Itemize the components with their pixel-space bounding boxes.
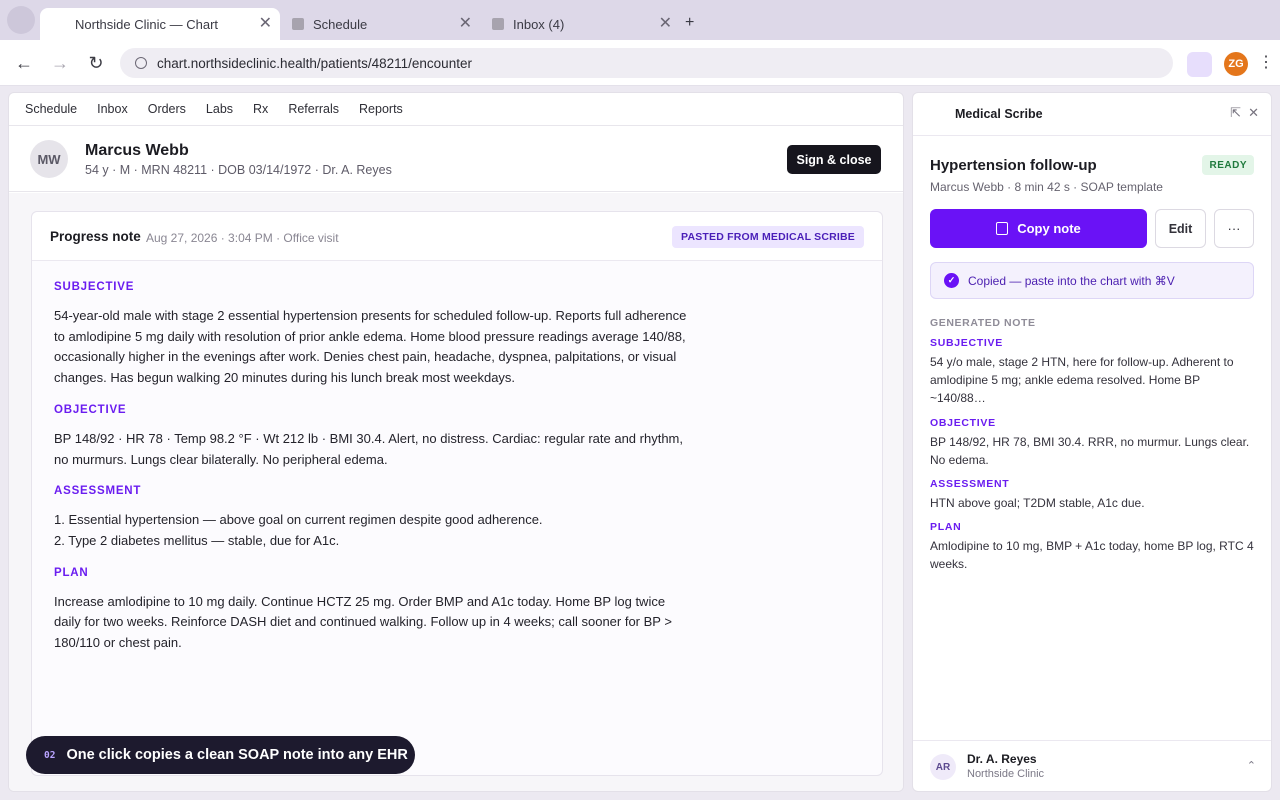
pasted-badge: PASTED FROM MEDICAL SCRIBE	[672, 226, 864, 248]
back-arrow-icon[interactable]: ←	[12, 51, 36, 75]
ehr-panel: Schedule Inbox Orders Labs Rx Referrals …	[8, 92, 904, 792]
profile-avatar[interactable]: ZG	[1224, 52, 1248, 76]
nav-item-labs[interactable]: Labs	[206, 102, 233, 116]
generated-text-subjective: 54 y/o male, stage 2 HTN, here for follo…	[930, 355, 1234, 406]
assessment-line: 1. Essential hypertension — above goal o…	[54, 512, 543, 528]
window-control[interactable]	[7, 6, 35, 34]
note-area: Progress note Aug 27, 2026 · 3:04 PM · O…	[9, 193, 903, 791]
step-number: 02	[44, 749, 56, 761]
nav-item-rx[interactable]: Rx	[253, 102, 268, 116]
nav-item-orders[interactable]: Orders	[148, 102, 186, 116]
collapse-icon[interactable]: ⇱	[1230, 106, 1241, 120]
account-switcher[interactable]: AR Dr. A. Reyes Northside Clinic ⌃	[913, 740, 1271, 791]
section-heading-subjective: SUBJECTIVE	[54, 281, 135, 293]
generated-note: SUBJECTIVE 54 y/o male, stage 2 HTN, her…	[930, 337, 1256, 583]
doctor-name: Dr. A. Reyes	[967, 752, 1037, 766]
close-tab-icon[interactable]: ✕	[659, 16, 672, 32]
close-icon[interactable]: ✕	[1248, 106, 1259, 120]
patient-meta: 54 y · M · MRN 48211 · DOB 03/14/1972 · …	[85, 163, 392, 177]
patient-avatar: MW	[30, 140, 68, 178]
browser-tab-strip: Northside Clinic — Chart ✕ Schedule ✕ In…	[0, 0, 1280, 40]
patient-name: Marcus Webb	[85, 142, 189, 159]
generated-text-plan: Amlodipine to 10 mg, BMP + A1c today, ho…	[930, 539, 1254, 572]
section-text-subjective: 54-year-old male with stage 2 essential …	[54, 308, 687, 386]
address-bar[interactable]: chart.northsideclinic.health/patients/48…	[120, 48, 1173, 78]
tab-title: Schedule	[313, 16, 368, 32]
section-heading-plan: PLAN	[54, 566, 89, 579]
section-text-assessment: 1. Essential hypertension — above goal o…	[54, 510, 694, 551]
encounter-meta: Marcus Webb · 8 min 42 s · SOAP template	[930, 180, 1163, 194]
assessment-line: 2. Type 2 diabetes mellitus — stable, du…	[54, 532, 340, 548]
scribe-header: Medical Scribe ⇱ ✕	[913, 93, 1271, 136]
note-date: Aug 27, 2026 · 3:04 PM · Office visit	[146, 231, 339, 245]
note-title: Progress note	[50, 229, 141, 244]
status-badge: READY	[1202, 155, 1254, 175]
clinic-name: Northside Clinic	[967, 768, 1045, 780]
forward-arrow-icon[interactable]: →	[48, 51, 72, 75]
extension-icon[interactable]	[1187, 52, 1212, 77]
copy-icon	[996, 222, 1009, 235]
doctor-avatar: AR	[930, 754, 956, 780]
check-icon: ✓	[944, 273, 959, 288]
section-heading-objective: OBJECTIVE	[54, 403, 127, 416]
nav-item-inbox[interactable]: Inbox	[97, 102, 128, 116]
section-text-objective: BP 148/92 · HR 78 · Temp 98.2 °F · Wt 21…	[54, 430, 683, 467]
generated-text-objective: BP 148/92, HR 78, BMI 30.4. RRR, no murm…	[930, 434, 1250, 467]
reload-icon[interactable]: ↻	[84, 51, 108, 75]
callout-text: One click copies a clean SOAP note into …	[66, 747, 408, 763]
generated-heading-subjective: SUBJECTIVE	[930, 337, 1003, 349]
new-tab-button[interactable]: +	[685, 14, 694, 32]
nav-item-referrals[interactable]: Referrals	[288, 102, 339, 116]
section-heading-assessment: ASSESSMENT	[54, 485, 142, 498]
tab-title: Inbox (4)	[513, 16, 565, 32]
chevron-updown-icon: ⌃	[1246, 760, 1256, 772]
copied-message: Copied — paste into the chart with ⌘V	[968, 273, 1175, 288]
note-body[interactable]: SUBJECTIVE 54-year-old male with stage 2…	[32, 261, 882, 654]
scribe-title: Medical Scribe	[955, 107, 1043, 121]
progress-note-card: Progress note Aug 27, 2026 · 3:04 PM · O…	[31, 211, 883, 776]
browser-menu-icon[interactable]: ⋮	[1258, 52, 1274, 74]
tab-title: Northside Clinic — Chart	[75, 16, 219, 32]
more-options-button[interactable]: ···	[1214, 209, 1254, 248]
ehr-nav-bar: Schedule Inbox Orders Labs Rx Referrals …	[9, 93, 903, 126]
url-text: chart.northsideclinic.health/patients/48…	[157, 55, 472, 71]
tab-northside-chart[interactable]: Northside Clinic — Chart ✕	[40, 8, 280, 40]
scribe-panel: Medical Scribe ⇱ ✕ Hypertension follow-u…	[912, 92, 1272, 792]
encounter-title: Hypertension follow-up	[930, 157, 1097, 174]
browser-toolbar: ← → ↻ chart.northsideclinic.health/patie…	[0, 40, 1280, 86]
sign-close-button[interactable]: Sign & close	[787, 145, 881, 174]
section-text-plan: Increase amlodipine to 10 mg daily. Cont…	[54, 593, 672, 651]
patient-header: MW Marcus Webb 54 y · M · MRN 48211 · DO…	[9, 126, 903, 192]
copied-confirmation: ✓ Copied — paste into the chart with ⌘V	[930, 262, 1254, 299]
generated-note-label: GENERATED NOTE	[930, 317, 1036, 329]
favicon-icon	[292, 18, 304, 30]
favicon-icon	[492, 18, 504, 30]
nav-item-reports[interactable]: Reports	[359, 102, 403, 116]
copy-note-button[interactable]: Copy note	[930, 209, 1147, 248]
generated-heading-objective: OBJECTIVE	[930, 416, 996, 429]
copy-note-label: Copy note	[1017, 221, 1081, 236]
tab-inbox[interactable]: Inbox (4) ✕	[484, 8, 680, 40]
generated-text-assessment: HTN above goal; T2DM stable, A1c due.	[930, 496, 1145, 511]
close-tab-icon[interactable]: ✕	[259, 16, 272, 32]
edit-button[interactable]: Edit	[1155, 209, 1206, 248]
generated-heading-plan: PLAN	[930, 521, 962, 534]
close-tab-icon[interactable]: ✕	[459, 16, 472, 32]
generated-heading-assessment: ASSESSMENT	[930, 478, 1010, 491]
feature-callout: 02 One click copies a clean SOAP note in…	[26, 736, 415, 774]
nav-item-schedule[interactable]: Schedule	[25, 102, 77, 116]
note-header: Progress note Aug 27, 2026 · 3:04 PM · O…	[32, 212, 882, 261]
tab-schedule[interactable]: Schedule ✕	[284, 8, 480, 40]
site-info-icon[interactable]	[135, 57, 147, 69]
